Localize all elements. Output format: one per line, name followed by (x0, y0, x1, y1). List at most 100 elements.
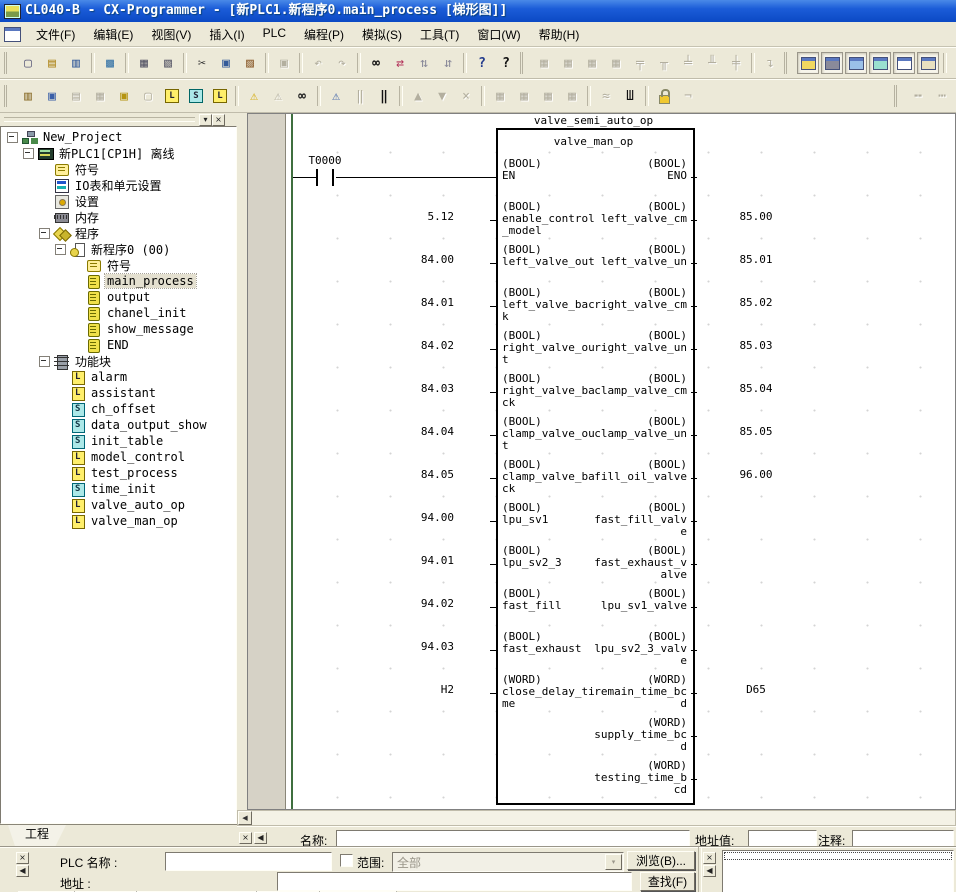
tree-item[interactable]: END (1, 337, 236, 353)
diagram-view-button[interactable]: ▚ (951, 52, 956, 74)
output-operand[interactable]: 85.00 (718, 211, 794, 223)
help-button[interactable]: ? (471, 52, 493, 74)
input-operand[interactable]: 5.12 (366, 211, 454, 223)
insert-fb-ladder-button[interactable]: L (161, 85, 183, 107)
new-coil-button[interactable]: ▦ (581, 52, 603, 74)
menu-item[interactable]: 视图(V) (142, 23, 200, 46)
watch-grid-3-button[interactable]: ▦ (537, 85, 559, 107)
project-tab[interactable]: 工程 (8, 825, 66, 846)
find-report-button[interactable]: ∞ (291, 85, 313, 107)
plc-name-field[interactable] (165, 852, 332, 871)
watch-collapse-button[interactable]: ◀ (703, 865, 716, 877)
online-edit-button[interactable]: ▣ (113, 85, 135, 107)
insert-fb-st-button[interactable]: S (185, 85, 207, 107)
address-field[interactable] (277, 872, 632, 891)
new-button[interactable]: ▢ (17, 52, 39, 74)
usage-bar-close-button[interactable]: × (239, 832, 252, 844)
tree-item[interactable]: alarm (1, 369, 236, 385)
watch-grid-1-button[interactable]: ▦ (489, 85, 511, 107)
fb-pin-row[interactable]: 94.01 (BOOL) lpu_sv2_3 (BOOL) fast_exhau… (248, 545, 955, 588)
input-operand[interactable]: 84.03 (366, 383, 454, 395)
output-operand[interactable]: 96.00 (718, 469, 794, 481)
context-help-button[interactable]: ? (495, 52, 517, 74)
tree-item[interactable]: time_init (1, 481, 236, 497)
browse-button[interactable]: 浏览(B)... (627, 851, 695, 870)
cross-reference-button[interactable] (869, 52, 891, 74)
undo-button[interactable]: ↶ (307, 52, 329, 74)
fb-pin-row[interactable]: 94.02 (BOOL) fast_fill (BOOL) lpu_sv1_va… (248, 588, 955, 631)
tree-item[interactable]: 设置 (1, 193, 236, 209)
transfer-verify-button[interactable]: ⚠ (325, 85, 347, 107)
replace-button[interactable]: ⇄ (389, 52, 411, 74)
fb-pin-row[interactable]: 84.01 (BOOL) left_valve_back (BOOL) righ… (248, 287, 955, 330)
fb-instance-button[interactable]: L (209, 85, 231, 107)
pause-button[interactable]: ‖ (373, 85, 395, 107)
combo-dropdown-icon[interactable]: ▾ (605, 854, 622, 870)
substitute-button[interactable]: ⇵ (437, 52, 459, 74)
output-operand[interactable]: D65 (718, 684, 794, 696)
differential-trace-button[interactable]: ≈ (595, 85, 617, 107)
tree-item[interactable]: valve_auto_op (1, 497, 236, 513)
transfer-db-button[interactable]: ▣ (273, 52, 295, 74)
fb-pin-row[interactable]: 84.03 (BOOL) right_valve_back (BOOL) cla… (248, 373, 955, 416)
menu-item[interactable]: 窗口(W) (468, 23, 529, 46)
tree-item[interactable]: chanel_init (1, 305, 236, 321)
differential-monitor-button[interactable]: ▦ (89, 85, 111, 107)
watch-window-button[interactable] (845, 52, 867, 74)
tree-item[interactable]: 功能块 (1, 353, 236, 369)
watch-close-button[interactable]: × (703, 852, 716, 864)
tree-item[interactable]: 符号 (1, 161, 236, 177)
tree-item[interactable]: data_output_show (1, 417, 236, 433)
input-operand[interactable]: H2 (366, 684, 454, 696)
expand-toggle-icon[interactable] (23, 148, 34, 159)
input-operand[interactable]: 84.00 (366, 254, 454, 266)
fb-pin-row[interactable]: (WORD) supply_time_bcd (248, 717, 955, 760)
force-on-button[interactable]: ▲ (407, 85, 429, 107)
tree-item[interactable]: valve_man_op (1, 513, 236, 529)
copy-button[interactable]: ▣ (215, 52, 237, 74)
tree-item[interactable]: init_table (1, 433, 236, 449)
fb-pin-row[interactable]: 84.04 (BOOL) clamp_valve_out (BOOL) clam… (248, 416, 955, 459)
tree-item[interactable]: test_process (1, 465, 236, 481)
input-operand[interactable]: 84.04 (366, 426, 454, 438)
print-button[interactable]: ▦ (133, 52, 155, 74)
fb-pin-row[interactable]: (WORD) testing_time_bcd (248, 760, 955, 803)
new-contact-not-button[interactable]: ▦ (557, 52, 579, 74)
usage-bar-collapse-button[interactable]: ◀ (254, 832, 267, 844)
tree-item[interactable]: New_Project (1, 129, 236, 145)
input-operand[interactable]: 84.02 (366, 340, 454, 352)
local-window-button[interactable] (893, 52, 915, 74)
fb-pin-row[interactable]: 94.00 (BOOL) lpu_sv1 (BOOL) fast_fill_va… (248, 502, 955, 545)
tree-item[interactable]: show_message (1, 321, 236, 337)
scope-checkbox[interactable] (340, 854, 353, 867)
rung-wrap-button[interactable]: ↴ (759, 52, 781, 74)
find-collapse-button[interactable]: ◀ (16, 865, 29, 877)
fb-online-edit-button[interactable]: ╍ (907, 85, 929, 107)
tree-item[interactable]: 程序 (1, 225, 236, 241)
new-contact-button[interactable]: ▦ (533, 52, 555, 74)
tree-item[interactable]: 新PLC1[CP1H] 离线 (1, 145, 236, 161)
output-operand[interactable]: 85.01 (718, 254, 794, 266)
save-button[interactable]: ▥ (65, 52, 87, 74)
force-off-button[interactable]: ▼ (431, 85, 453, 107)
scope-combobox[interactable]: 全部 ▾ (392, 852, 624, 872)
menu-item[interactable]: 编辑(E) (84, 23, 142, 46)
fb-pin-row[interactable]: 94.03 (BOOL) fast_exhaust (BOOL) lpu_sv2… (248, 631, 955, 674)
watch-grid-2-button[interactable]: ▦ (513, 85, 535, 107)
watch-panel[interactable] (722, 850, 954, 892)
workspace-close-button[interactable]: × (212, 114, 225, 126)
expand-toggle-icon[interactable] (55, 244, 66, 255)
paste-button[interactable]: ▨ (239, 52, 261, 74)
ladder-diagram[interactable]: T0000 valve_semi_auto_op valve_man_op (B… (247, 113, 956, 810)
pause-monitor-button[interactable]: ‖ (349, 85, 371, 107)
ladder-horizontal-scrollbar[interactable]: ◀ (237, 810, 956, 826)
menu-item[interactable]: 模拟(S) (353, 23, 411, 46)
auto-online-button[interactable]: ▢ (137, 85, 159, 107)
new-instruction-button[interactable]: ╪ (725, 52, 747, 74)
input-operand[interactable]: 94.00 (366, 512, 454, 524)
set-protection-button[interactable] (653, 85, 675, 107)
fb-pin-row[interactable]: 84.02 (BOOL) right_valve_out (BOOL) righ… (248, 330, 955, 373)
tree-item[interactable]: main_process (1, 273, 236, 289)
output-operand[interactable]: 85.04 (718, 383, 794, 395)
menu-item[interactable]: 文件(F) (27, 23, 84, 46)
